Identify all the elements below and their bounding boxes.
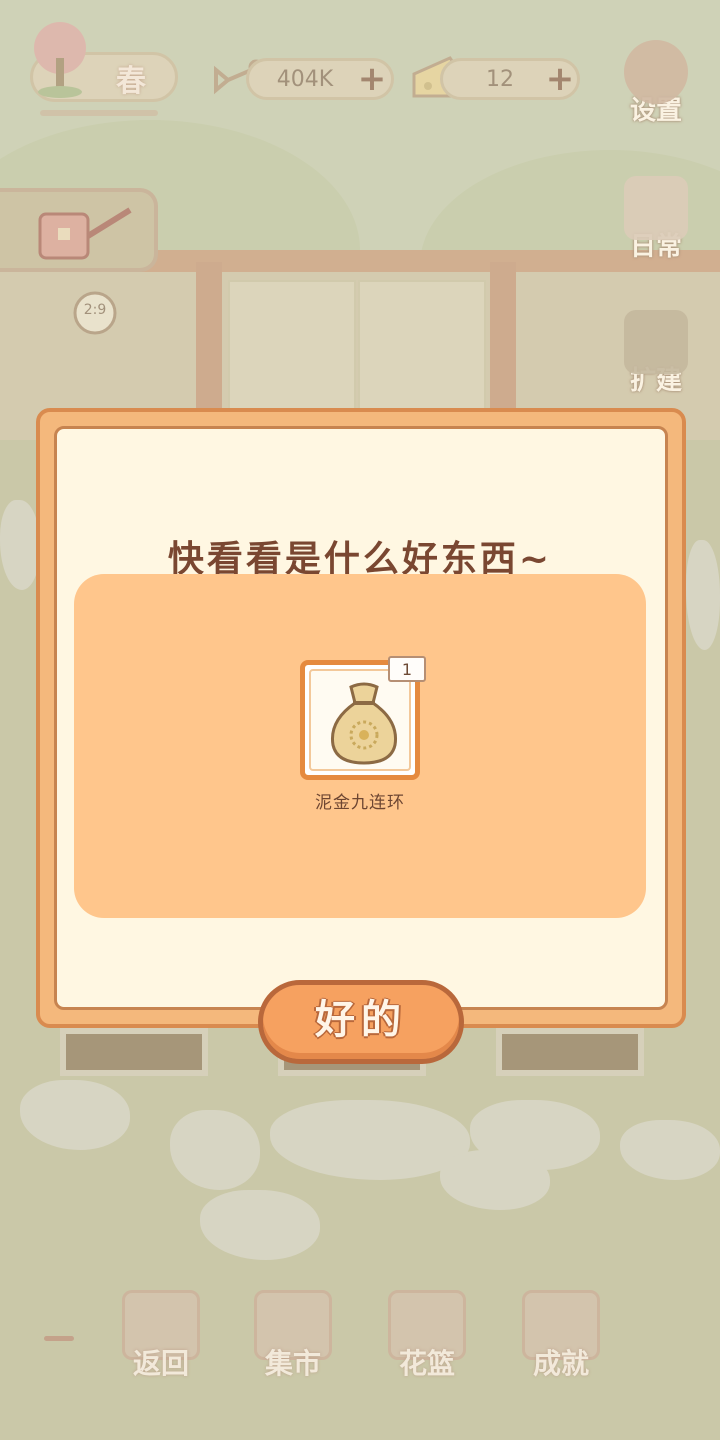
ok-button[interactable]: 好的 (258, 980, 464, 1064)
reward-item-name: 泥金九连环 (315, 793, 405, 813)
item-count-badge: 1 (388, 656, 426, 682)
ok-button-label: 好的 (315, 997, 407, 1043)
money-bag-icon (330, 682, 398, 765)
reward-item-frame (309, 669, 411, 771)
